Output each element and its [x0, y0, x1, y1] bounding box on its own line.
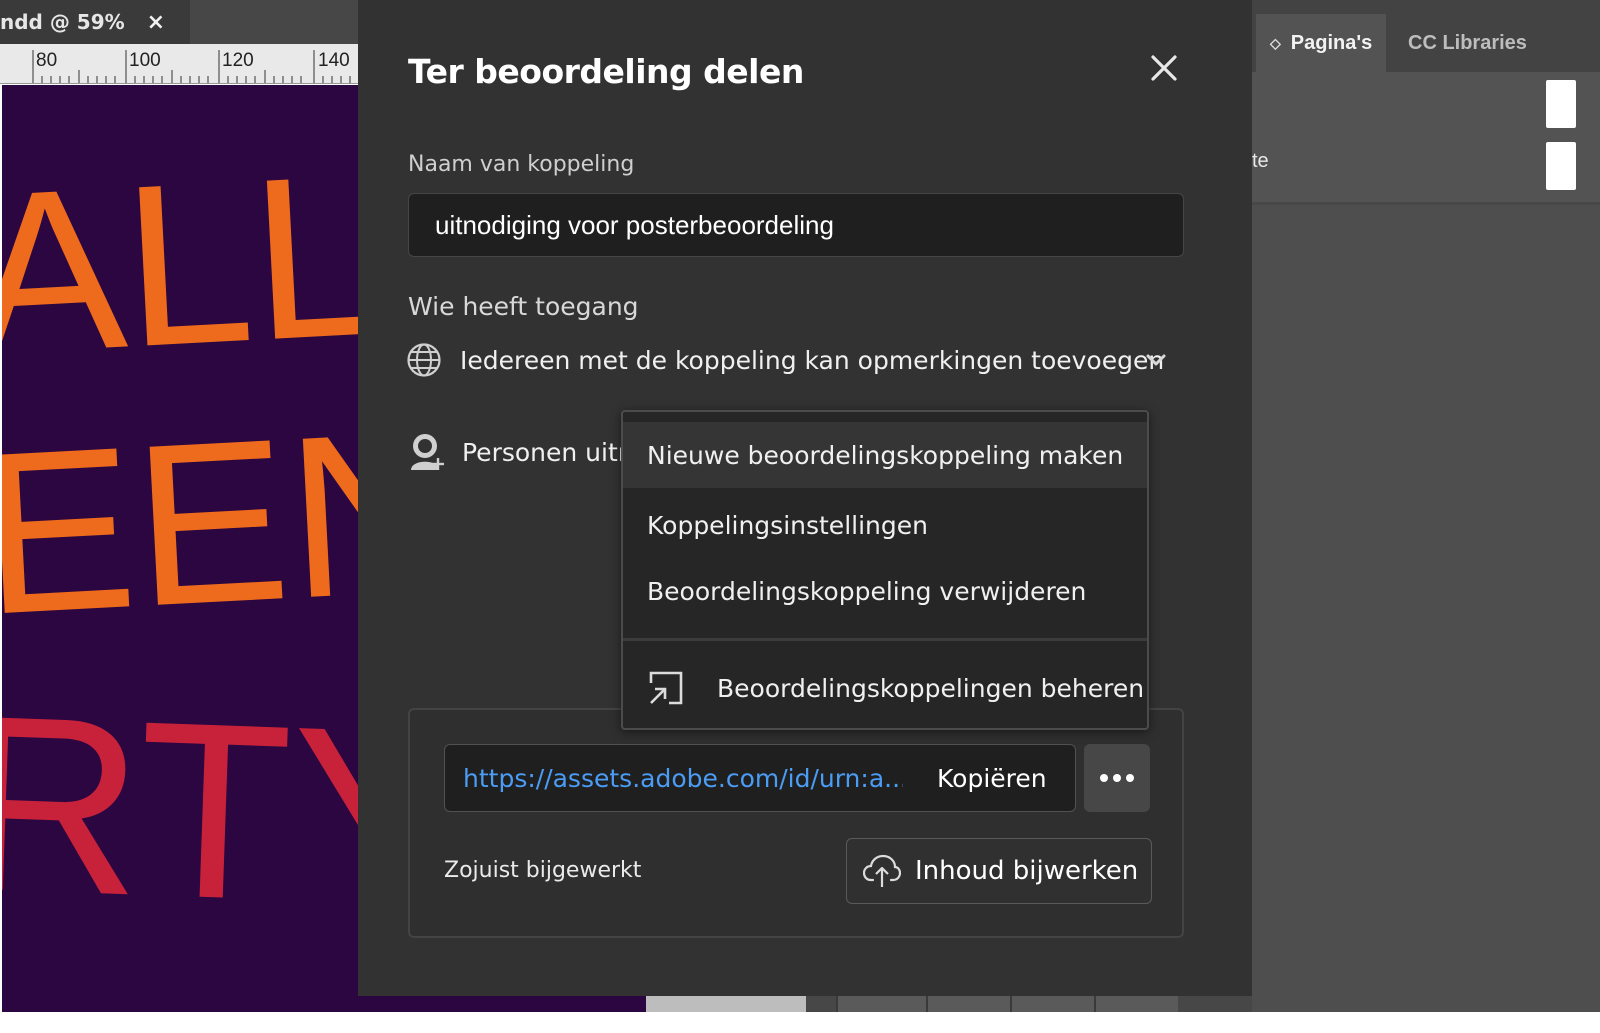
poster-text-line2: EEN: [2, 381, 360, 662]
update-content-button[interactable]: Inhoud bijwerken: [846, 838, 1152, 904]
menu-item-link-settings[interactable]: Koppelingsinstellingen: [623, 492, 1147, 558]
invite-people-label: Personen uitnodigen: [462, 437, 622, 467]
panel-tab-bar: ◇ Pagina's CC Libraries: [1252, 0, 1600, 72]
scrollbar-thumb[interactable]: [646, 996, 806, 1012]
document-tab[interactable]: ndd @ 59% ×: [0, 0, 190, 44]
dialog-title: Ter beoordeling delen: [408, 52, 804, 91]
menu-item-delete-review-link[interactable]: Beoordelingskoppeling verwijderen: [623, 558, 1147, 624]
ruler-mark: 140: [318, 50, 350, 71]
add-person-icon: [411, 434, 444, 470]
menu-item-label: Beoordelingskoppeling verwijderen: [647, 576, 1087, 606]
panel-lower-area: [1252, 205, 1600, 1012]
globe-icon: [407, 343, 441, 377]
tab-pages[interactable]: ◇ Pagina's: [1256, 14, 1386, 72]
expand-arrows-icon: ◇: [1270, 34, 1281, 51]
menu-divider: [623, 638, 1147, 641]
poster-text-line3: RTY: [2, 662, 360, 958]
access-value: Iedereen met de koppeling kan opmerkinge…: [460, 345, 1165, 375]
status-segment: [1010, 996, 1094, 1012]
link-options-menu: Nieuwe beoordelingskoppeling maken Koppe…: [621, 410, 1149, 730]
close-dialog-button[interactable]: [1144, 48, 1184, 88]
chevron-down-icon: [1146, 354, 1166, 366]
page-thumbnail[interactable]: [1546, 142, 1576, 190]
bottom-status-strip: [646, 996, 1252, 1012]
copy-link-button[interactable]: Kopiëren: [937, 764, 1047, 793]
poster-canvas[interactable]: ALLO EEN RTY: [2, 85, 360, 1012]
menu-item-label: Beoordelingskoppelingen beheren: [717, 673, 1145, 703]
more-dots-icon: [1100, 774, 1134, 782]
menu-item-label: Koppelingsinstellingen: [647, 510, 928, 540]
menu-item-new-review-link[interactable]: Nieuwe beoordelingskoppeling maken: [623, 422, 1147, 488]
open-external-icon: [649, 671, 683, 705]
access-dropdown[interactable]: Iedereen met de koppeling kan opmerkinge…: [406, 336, 1182, 384]
tab-pages-label: Pagina's: [1290, 31, 1373, 54]
right-panel: ◇ Pagina's CC Libraries te: [1252, 0, 1600, 1012]
close-tab-icon[interactable]: ×: [147, 10, 165, 35]
status-segment: [926, 996, 1010, 1012]
panel-partial-text: te: [1252, 150, 1269, 172]
status-segment: [1094, 996, 1178, 1012]
more-options-button[interactable]: [1084, 744, 1150, 812]
ruler-mark: 80: [36, 50, 58, 71]
page-thumbnail[interactable]: [1546, 80, 1576, 128]
document-tab-label: ndd @ 59%: [0, 10, 125, 34]
share-url-text[interactable]: https://assets.adobe.com/id/urn:a...: [463, 764, 903, 793]
link-name-label: Naam van koppeling: [408, 152, 635, 177]
cloud-upload-icon: [863, 854, 901, 887]
last-updated-status: Zojuist bijgewerkt: [444, 858, 642, 883]
poster-text-line1: ALLO: [2, 116, 360, 403]
menu-item-manage-review-links[interactable]: Beoordelingskoppelingen beheren: [623, 650, 1147, 726]
tab-cc-libraries-label: CC Libraries: [1408, 31, 1527, 54]
share-link-panel: https://assets.adobe.com/id/urn:a... Kop…: [408, 708, 1184, 938]
close-icon: [1151, 55, 1177, 81]
horizontal-ruler: 80 100 120 140: [0, 44, 360, 84]
poster-artwork: ALLO EEN RTY: [2, 116, 360, 959]
canvas-edge: [358, 996, 652, 1012]
menu-item-label: Nieuwe beoordelingskoppeling maken: [647, 440, 1124, 470]
tab-cc-libraries[interactable]: CC Libraries: [1402, 14, 1598, 72]
link-name-input[interactable]: [408, 193, 1184, 257]
ruler-mark: 100: [129, 50, 161, 71]
ruler-mark: 120: [222, 50, 254, 71]
tab-strip: [190, 0, 360, 44]
screen-margin: [0, 1012, 1600, 1033]
access-label: Wie heeft toegang: [408, 292, 639, 321]
invite-people-button[interactable]: Personen uitnodigen: [408, 428, 622, 476]
share-url-field[interactable]: https://assets.adobe.com/id/urn:a... Kop…: [444, 744, 1076, 812]
status-segment: [836, 996, 926, 1012]
update-content-label: Inhoud bijwerken: [915, 856, 1139, 886]
